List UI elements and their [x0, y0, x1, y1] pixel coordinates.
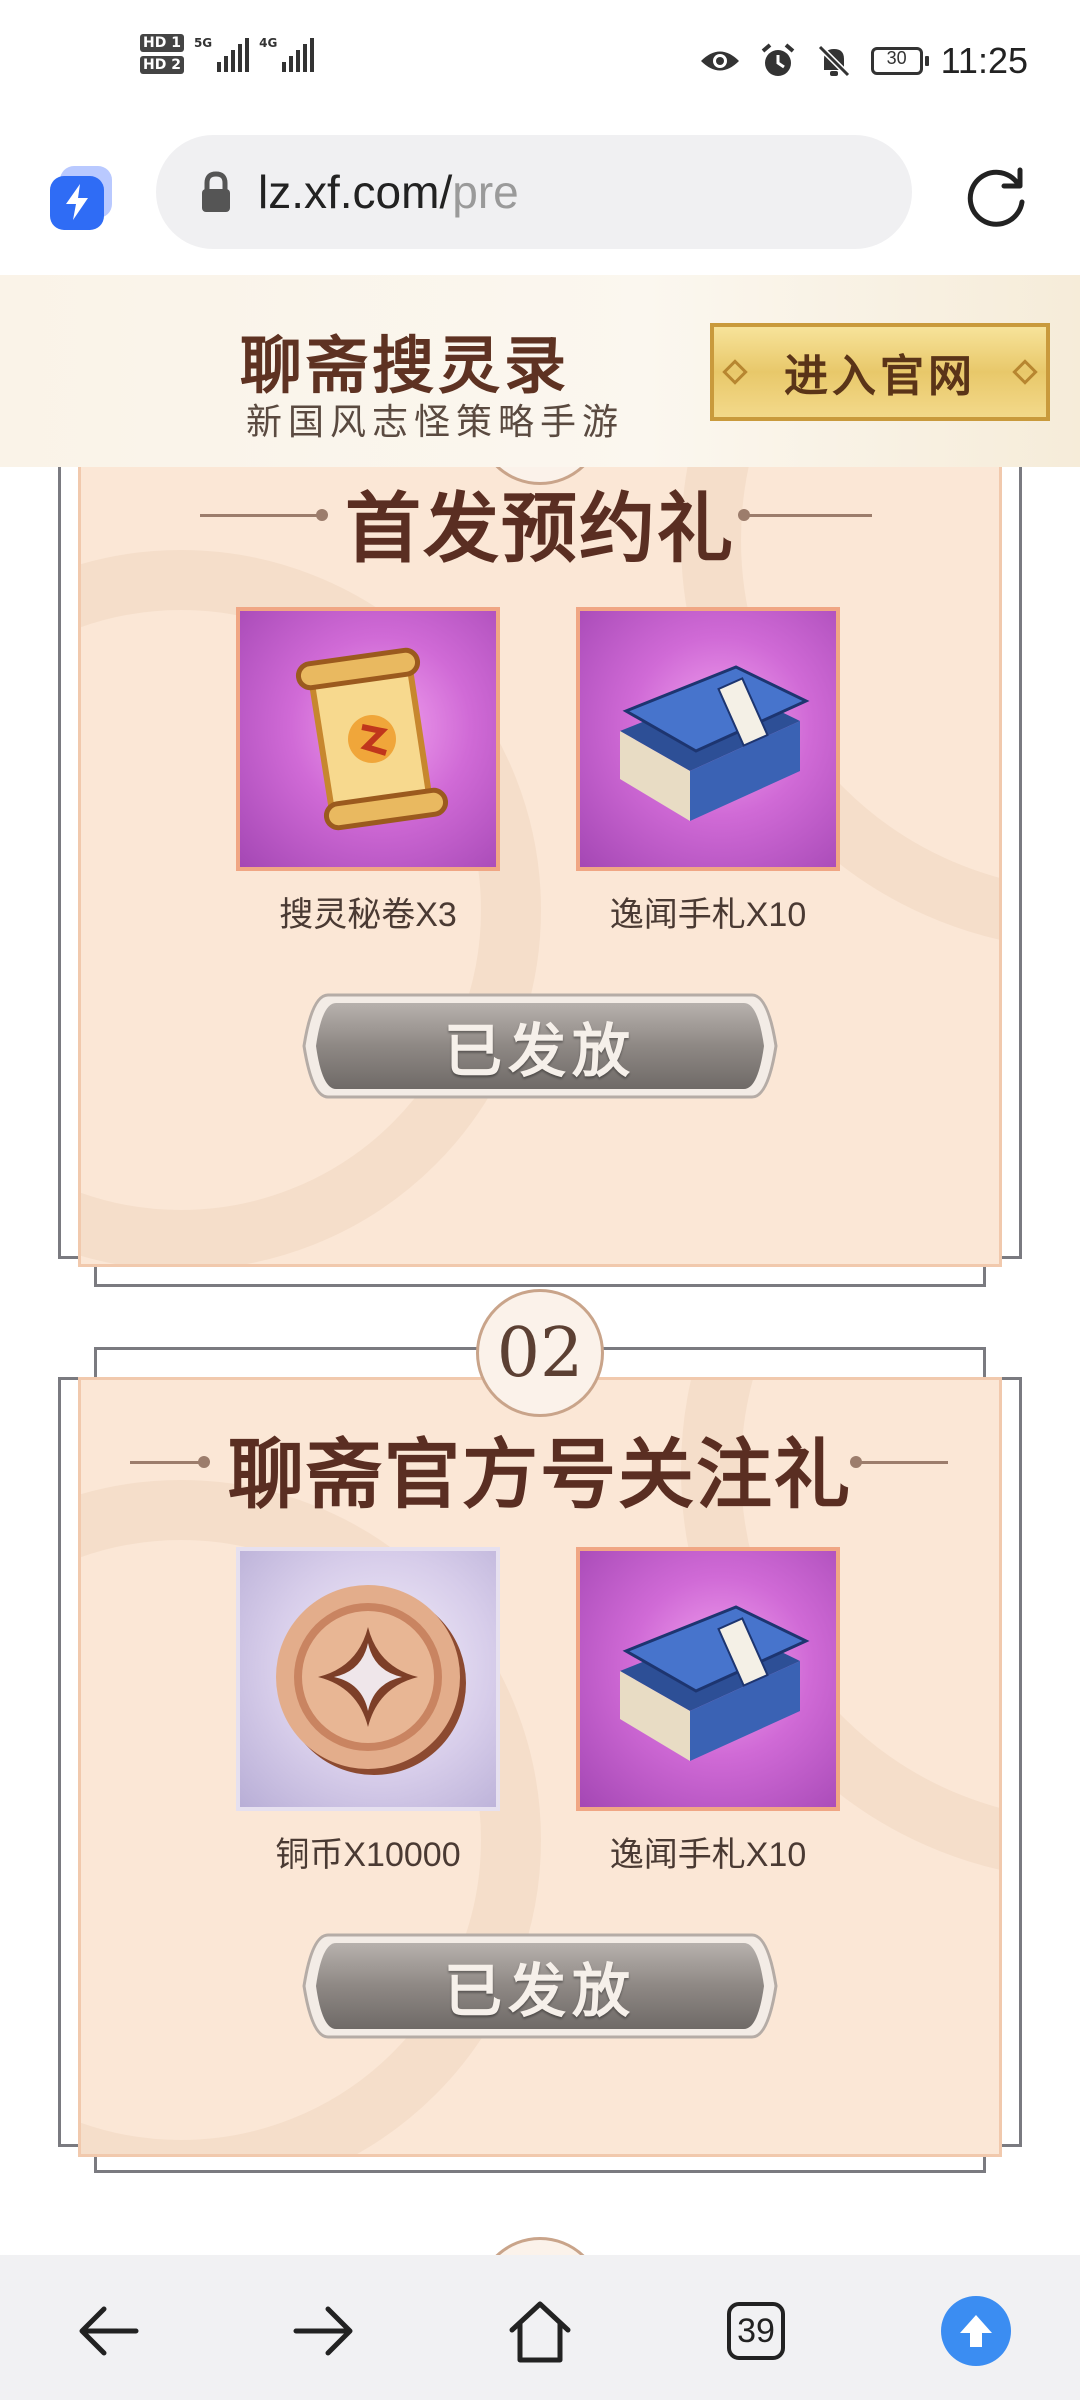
- lock-icon: [196, 170, 236, 214]
- signal-group: HD 1 HD 2 5G 4G: [140, 34, 315, 74]
- eye-icon: [700, 51, 739, 71]
- browser-bottom-nav: 39: [0, 2255, 1080, 2400]
- coin-icon: [276, 1585, 466, 1775]
- clock: 11:25: [940, 40, 1028, 81]
- gift-card-2: 02 聊斋官方号关注礼 铜币X10000 逸闻手札X10 已发放: [58, 1289, 1022, 2187]
- book-icon: [620, 665, 810, 821]
- gift-content: 首发预约礼 搜灵秘卷X3 逸闻手札X10 已发放 02 聊斋官方号关注礼 铜币X…: [0, 467, 1080, 2255]
- status-bar: HD 1 HD 2 5G 4G 30 11:25: [0, 0, 1080, 130]
- scroll-icon: [295, 647, 449, 831]
- forward-arrow-icon: [293, 2306, 353, 2356]
- back-arrow-icon: [79, 2306, 139, 2356]
- item-label: 搜灵秘卷X3: [279, 896, 457, 934]
- home-button[interactable]: [500, 2291, 580, 2371]
- diamond-ornament-icon: [722, 359, 748, 385]
- browser-logo-icon[interactable]: [50, 166, 112, 230]
- arrow-up-icon: [941, 2296, 1011, 2366]
- item-label: 铜币X10000: [275, 1836, 461, 1874]
- url-bar[interactable]: lz.xf.com/pre: [156, 135, 912, 249]
- item-book: [576, 1547, 840, 1811]
- item-scroll: [236, 607, 500, 871]
- browser-toolbar: lz.xf.com/pre: [0, 130, 1080, 275]
- battery-icon: 30: [870, 47, 929, 75]
- gift-card-1: 首发预约礼 搜灵秘卷X3 逸闻手札X10 已发放: [58, 467, 1022, 1287]
- gift-number-badge: 02: [476, 1289, 604, 1417]
- url-text: lz.xf.com/pre: [258, 166, 519, 218]
- ad-banner[interactable]: 聊斋搜灵录 新国风志怪策略手游 进入官网: [0, 275, 1080, 467]
- item-book: [576, 607, 840, 871]
- book-icon: [620, 1605, 810, 1761]
- alarm-icon: [761, 43, 794, 76]
- bell-muted-icon: [817, 44, 850, 78]
- item-coin: [236, 1547, 500, 1811]
- diamond-ornament-icon: [1012, 359, 1038, 385]
- banner-title: 聊斋搜灵录: [240, 329, 571, 402]
- gift-claimed-button[interactable]: 已发放: [298, 981, 782, 1111]
- reload-icon[interactable]: [960, 162, 1032, 234]
- item-label: 逸闻手札X10: [609, 896, 807, 934]
- item-label: 逸闻手札X10: [609, 1836, 807, 1874]
- tabs-button[interactable]: 39: [716, 2291, 796, 2371]
- home-icon: [509, 2301, 571, 2363]
- scroll-top-button[interactable]: [936, 2291, 1016, 2371]
- signal-5g-icon: 5G: [194, 36, 250, 72]
- tabs-count-icon: 39: [727, 2302, 785, 2360]
- status-icons: 30 11:25: [699, 40, 1028, 82]
- enter-official-site-button[interactable]: 进入官网: [710, 323, 1050, 421]
- back-button[interactable]: [68, 2291, 148, 2371]
- signal-4g-icon: 4G: [259, 36, 315, 72]
- gift-claimed-button[interactable]: 已发放: [298, 1921, 782, 2051]
- banner-subtitle: 新国风志怪策略手游: [246, 402, 625, 443]
- next-card-badge: [476, 2237, 604, 2255]
- sim1-badge: HD 1: [140, 34, 184, 52]
- sim2-badge: HD 2: [140, 56, 184, 74]
- forward-button[interactable]: [284, 2291, 364, 2371]
- gift-title: 聊斋官方号关注礼: [228, 1430, 852, 1519]
